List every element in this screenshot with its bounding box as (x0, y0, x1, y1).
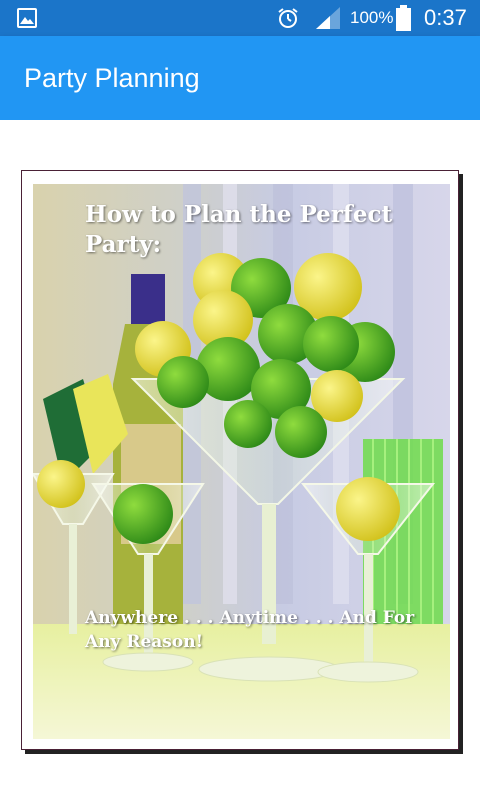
alarm-icon (278, 8, 298, 28)
book-cover-title: How to Plan the Perfect Party: (85, 201, 393, 258)
battery-percent: 100% (350, 8, 394, 27)
page-title: Party Planning (24, 63, 200, 93)
gallery-icon (17, 8, 37, 28)
book-cover-subtitle: Anywhere . . . Anytime . . . And For Any… (85, 608, 415, 652)
battery-icon (396, 5, 411, 31)
app-bar: Party Planning (0, 36, 480, 120)
book-cover-image[interactable] (33, 184, 450, 739)
signal-icon (316, 7, 340, 29)
status-bar: 100% 0:37 (0, 0, 480, 36)
status-clock: 0:37 (424, 5, 467, 30)
